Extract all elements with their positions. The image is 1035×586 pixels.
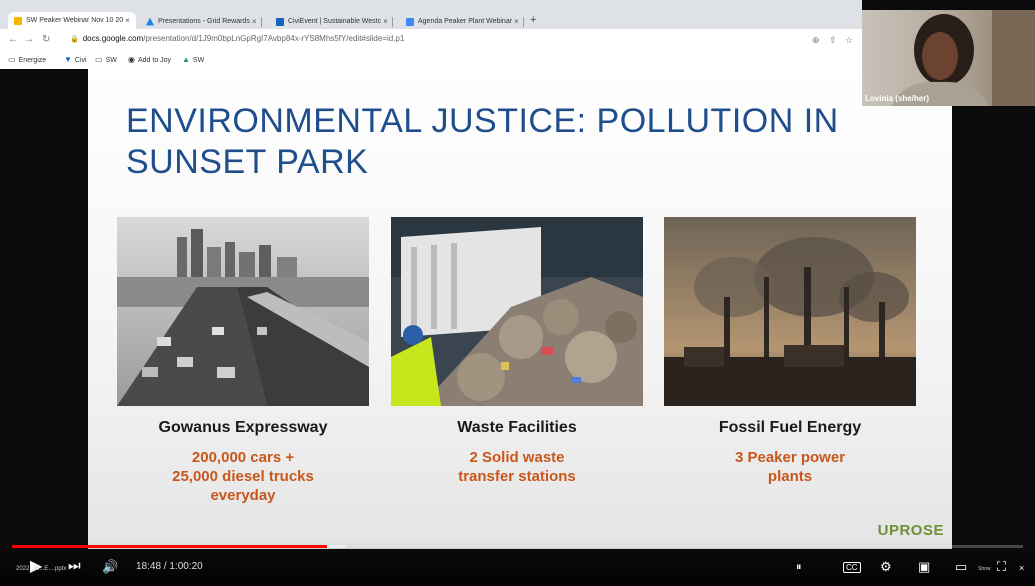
progress-bar[interactable] xyxy=(12,545,1023,548)
tab-strip: SW Peaker Webinar Nov 10 20 × Presentati… xyxy=(0,0,862,29)
folder-icon: ▭ xyxy=(95,55,103,64)
bookmark-civi[interactable]: ▼ Civi xyxy=(64,55,87,64)
tab-close-icon[interactable]: × xyxy=(125,16,130,25)
tab-title: Agenda Peaker Plant Webinar xyxy=(418,18,513,25)
drive-icon: ▲ xyxy=(182,55,190,64)
progress-played xyxy=(12,545,328,548)
logo-text: UPROSE xyxy=(877,522,944,539)
expressway-photo xyxy=(117,217,369,406)
fullscreen-icon[interactable]: ⛶ xyxy=(997,559,1006,575)
docs-favicon-icon xyxy=(406,17,414,26)
reload-icon[interactable]: ↻ xyxy=(42,34,50,45)
bookmark-label: Civi xyxy=(74,57,87,64)
new-tab-button[interactable]: + xyxy=(530,14,536,26)
tab-separator xyxy=(522,16,524,27)
bookmark-label: SW xyxy=(192,57,205,64)
theater-mode-icon[interactable]: ▭ xyxy=(955,559,967,575)
close-icon[interactable]: × xyxy=(1019,563,1024,573)
slide-title: ENVIRONMENTAL JUSTICE: POLLUTION IN SUNS… xyxy=(126,102,839,181)
tab-title: SW Peaker Webinar Nov 10 20 xyxy=(26,17,124,24)
time-display: 18:48 / 1:00:20 xyxy=(136,561,203,572)
column-stat: 2 Solid waste transfer stations xyxy=(458,449,576,485)
tab-civievent[interactable]: CiviEvent | Sustainable Westc × xyxy=(270,14,398,29)
captions-button[interactable]: CC xyxy=(843,562,861,573)
tab-sw-peaker-webinar[interactable]: SW Peaker Webinar Nov 10 20 × xyxy=(8,12,136,29)
tab-agenda[interactable]: Agenda Peaker Plant Webinar × xyxy=(400,14,525,29)
tab-presentations[interactable]: Presentations - Grid Rewards × xyxy=(140,14,268,29)
back-icon[interactable]: ← xyxy=(8,34,18,45)
share-icon[interactable]: ⇧ xyxy=(829,35,837,46)
column-caption: Waste Facilities xyxy=(457,419,577,436)
drive-favicon-icon xyxy=(146,17,154,26)
url-field[interactable]: 🔒 docs.google.com/presentation/d/1J9m0bpL… xyxy=(70,34,404,43)
waste-photo xyxy=(391,217,643,406)
url-path: /presentation/d/1J9m0bpLnGpRgI7Avbp84x-r… xyxy=(143,34,405,43)
bookmark-energize[interactable]: ▭ Energize xyxy=(8,55,46,64)
forward-icon[interactable]: → xyxy=(24,34,34,45)
column-caption: Gowanus Expressway xyxy=(158,419,328,436)
bookmark-label: SW xyxy=(105,57,117,64)
bookmarks-bar: ▭ Energize ▼ Civi ▭ SW ◉ Add to Joy ▲ SW xyxy=(0,52,862,67)
next-icon[interactable]: ⏭ xyxy=(68,557,81,574)
folder-icon: ▭ xyxy=(8,55,16,64)
browser-window: SW Peaker Webinar Nov 10 20 × Presentati… xyxy=(0,0,862,69)
url-host: docs.google.com xyxy=(82,34,144,43)
tab-separator xyxy=(260,16,262,27)
address-bar: ← → ↻ 🔒 docs.google.com/presentation/d/1J… xyxy=(0,29,862,51)
participant-name: Lovinia (she/her) xyxy=(865,94,930,103)
tab-close-icon[interactable]: × xyxy=(514,17,519,26)
column-stat: 200,000 cars + 25,000 diesel trucks ever… xyxy=(172,449,314,504)
bookmark-label: Add to Joy xyxy=(137,57,172,64)
tab-separator xyxy=(391,16,393,27)
next-file-label: 2022_06...E....pptx xyxy=(16,566,67,572)
joy-icon: ◉ xyxy=(128,55,135,64)
column-caption: Fossil Fuel Energy xyxy=(718,419,862,436)
miniplayer-icon[interactable]: ▣ xyxy=(918,559,930,575)
bookmark-star-icon[interactable]: ☆ xyxy=(845,35,853,46)
webcam-overlay: Lovinia (she/her) xyxy=(862,10,1035,106)
volume-icon[interactable]: 🔊 xyxy=(102,559,118,575)
column-fossil: Fossil Fuel Energy 3 Peaker power plants xyxy=(664,217,916,486)
bookmark-sw[interactable]: ▭ SW xyxy=(95,55,117,64)
column-waste: Waste Facilities 2 Solid waste transfer … xyxy=(391,217,643,486)
column-stat: 3 Peaker power plants xyxy=(734,449,846,485)
slides-favicon-icon xyxy=(14,16,22,25)
presentation-slide: ENVIRONMENTAL JUSTICE: POLLUTION IN SUNS… xyxy=(88,69,952,549)
tab-close-icon[interactable]: × xyxy=(383,17,388,26)
autoplay-toggle-icon[interactable]: ⏸ xyxy=(796,561,802,574)
settings-gear-icon[interactable]: ⚙ xyxy=(880,559,892,575)
lock-icon: 🔒 xyxy=(70,36,79,43)
bookmark-sw-drive[interactable]: ▲ SW xyxy=(182,55,204,64)
bookmark-label: Energize xyxy=(18,57,47,64)
tab-title: Presentations - Grid Rewards xyxy=(158,18,250,25)
bookmark-add-to-joy[interactable]: ◉ Add to Joy xyxy=(128,55,171,64)
uprose-logo: UPROSE xyxy=(878,522,944,539)
tab-title: CiviEvent | Sustainable Westc xyxy=(288,18,382,25)
civi-favicon-icon xyxy=(276,17,284,26)
civi-icon: ▼ xyxy=(64,55,72,64)
tab-close-icon[interactable]: × xyxy=(252,17,257,26)
zoom-icon[interactable]: ⊕ xyxy=(812,35,820,46)
smokestack-photo xyxy=(664,217,916,406)
show-label: Show xyxy=(978,566,991,572)
column-gowanus: Gowanus Expressway 200,000 cars + 25,000… xyxy=(117,217,369,505)
